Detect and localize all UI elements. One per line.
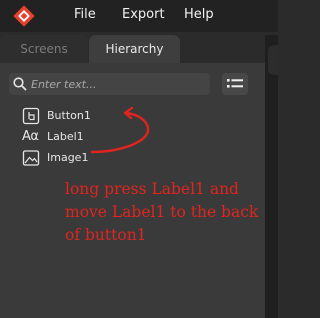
tree-item-image1[interactable]: Image1 <box>22 149 122 169</box>
tree-item-label: Image1 <box>47 151 89 164</box>
tree-item-button1[interactable]: Button1 <box>22 107 122 127</box>
annotation-text: long press Label1 and move Label1 to the… <box>65 180 259 244</box>
menu-file[interactable]: File <box>74 7 96 22</box>
panel-tabs: Screens Hierarchy <box>0 35 265 63</box>
tree-item-label: Label1 <box>47 130 84 143</box>
side-panel-edge <box>265 35 278 318</box>
tab-hierarchy[interactable]: Hierarchy <box>89 35 180 63</box>
list-options-button[interactable] <box>222 73 248 95</box>
image-widget-icon <box>22 150 40 166</box>
search-input[interactable] <box>31 73 206 95</box>
side-panel-handle[interactable] <box>268 45 278 75</box>
list-icon <box>227 79 243 88</box>
menu-bar: File Export Help <box>0 0 278 32</box>
menu-help[interactable]: Help <box>184 7 214 22</box>
tree-item-label1[interactable]: Aα Label1 <box>22 128 122 148</box>
search-box <box>9 73 210 95</box>
app-logo-icon <box>13 5 35 27</box>
label-widget-icon: Aα <box>22 129 39 144</box>
tree-item-label: Button1 <box>47 109 91 122</box>
menu-export[interactable]: Export <box>122 7 165 22</box>
button-widget-icon <box>22 107 40 125</box>
search-icon <box>13 77 27 91</box>
tab-screens[interactable]: Screens <box>0 35 88 63</box>
